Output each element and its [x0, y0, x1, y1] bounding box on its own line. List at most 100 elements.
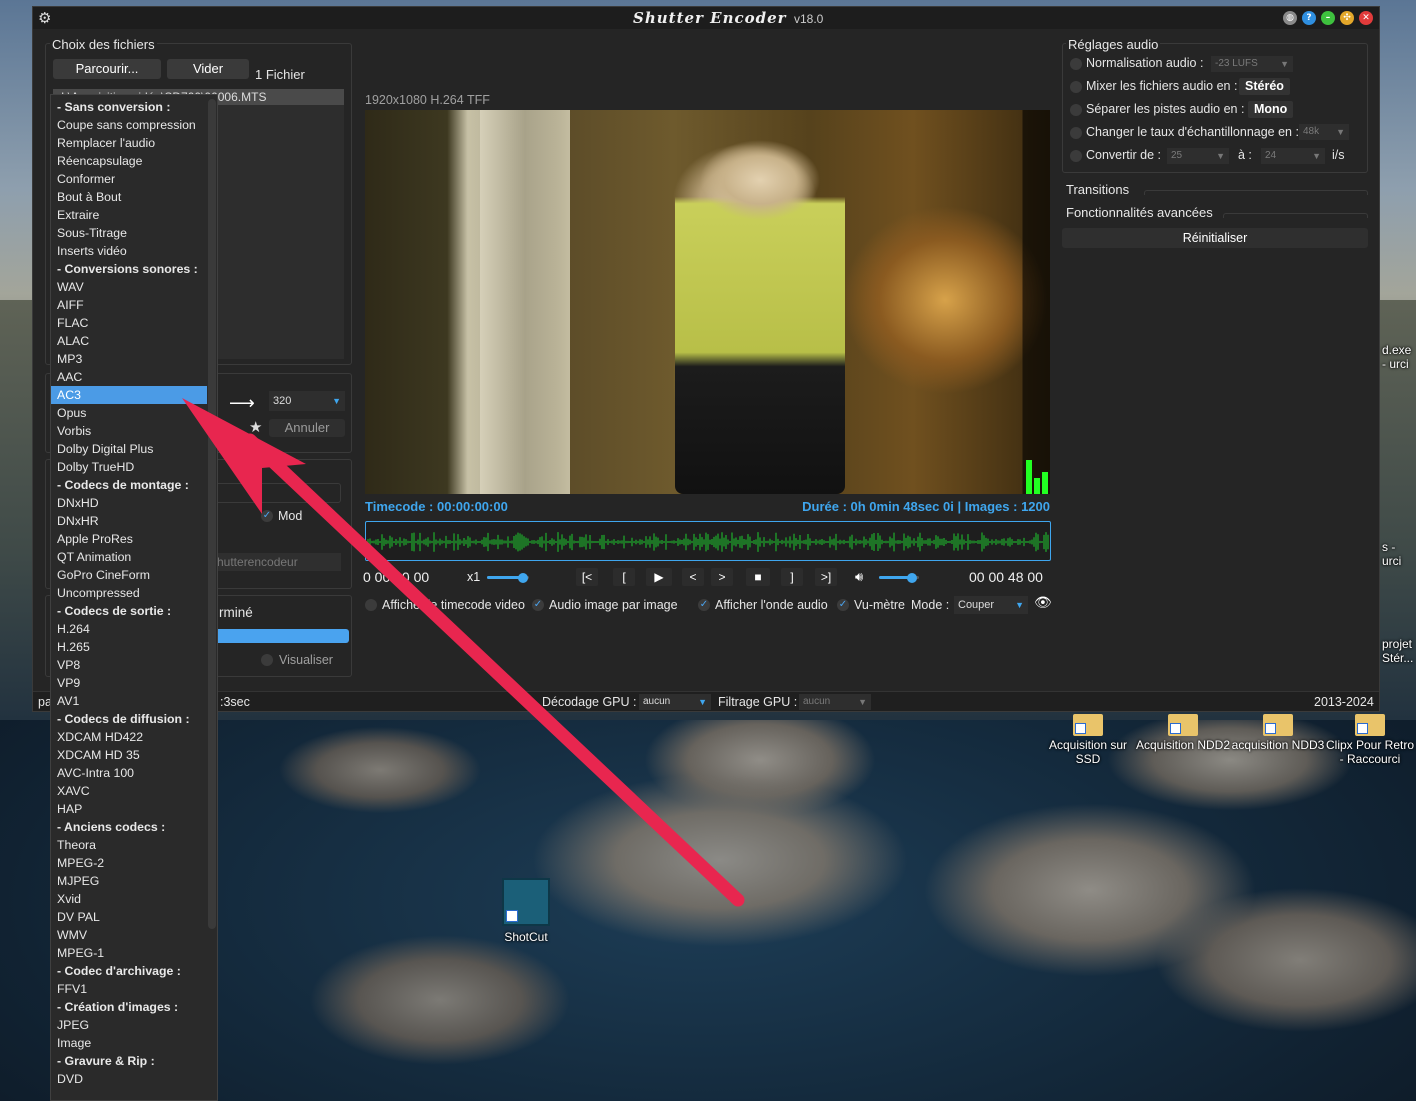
desktop-icon-edge-3[interactable]: projet Stér...	[1382, 637, 1416, 665]
desktop-icon-edge-2[interactable]: s - urci	[1382, 540, 1416, 568]
mix-checkbox[interactable]	[1070, 81, 1082, 93]
dropdown-option[interactable]: MJPEG	[51, 872, 207, 890]
modif-checkbox[interactable]: ✓	[261, 510, 273, 522]
end-timecode[interactable]: 00 00 48 00	[969, 569, 1043, 585]
mix-value[interactable]: Stéréo	[1239, 78, 1290, 95]
stop-button[interactable]: ■	[746, 568, 770, 586]
speed-slider-knob[interactable]	[518, 573, 528, 583]
show-waveform-checkbox[interactable]: ✓	[698, 599, 710, 611]
dropdown-option[interactable]: DNxHR	[51, 512, 207, 530]
dropdown-option[interactable]: AAC	[51, 368, 207, 386]
dropdown-option[interactable]: DVD	[51, 1070, 207, 1088]
vu-meter-checkbox[interactable]: ✓	[837, 599, 849, 611]
dropdown-option[interactable]: Xvid	[51, 890, 207, 908]
dropdown-option[interactable]: Sous-Titrage	[51, 224, 207, 242]
gpu-decode-select[interactable]: aucun ▼	[639, 694, 711, 710]
desktop-icon-edge-1[interactable]: d.exe - urci	[1382, 343, 1416, 371]
desktop-icon-acquisition-ssd[interactable]: Acquisition sur SSD	[1040, 714, 1136, 766]
split-checkbox[interactable]	[1070, 104, 1082, 116]
dropdown-option[interactable]: Conformer	[51, 170, 207, 188]
dropdown-option[interactable]: MPEG-2	[51, 854, 207, 872]
volume-slider-knob[interactable]	[907, 573, 917, 583]
dropdown-option[interactable]: WAV	[51, 278, 207, 296]
dropdown-option[interactable]: Coupe sans compression	[51, 116, 207, 134]
cancel-button[interactable]: Annuler	[269, 419, 345, 437]
close-icon[interactable]: ✕	[1359, 11, 1373, 25]
samplerate-checkbox[interactable]	[1070, 127, 1082, 139]
frame-audio-checkbox[interactable]: ✓	[532, 599, 544, 611]
dropdown-option[interactable]: AVC-Intra 100	[51, 764, 207, 782]
dropdown-option[interactable]: Theora	[51, 836, 207, 854]
eye-icon[interactable]: 👁︎	[1034, 595, 1052, 611]
output-path-field[interactable]	[213, 483, 341, 503]
dropdown-option[interactable]: AV1	[51, 692, 207, 710]
dropdown-option[interactable]: VP8	[51, 656, 207, 674]
dropdown-option[interactable]: H.265	[51, 638, 207, 656]
dropdown-option[interactable]: Image	[51, 1034, 207, 1052]
dropdown-option[interactable]: QT Animation	[51, 548, 207, 566]
gpu-filter-select[interactable]: aucun ▼	[799, 694, 871, 710]
dropdown-option[interactable]: Dolby TrueHD	[51, 458, 207, 476]
normalize-checkbox[interactable]	[1070, 58, 1082, 70]
dropdown-option[interactable]: H.264	[51, 620, 207, 638]
dropdown-option[interactable]: GoPro CineForm	[51, 566, 207, 584]
dropdown-option[interactable]: Réencapsulage	[51, 152, 207, 170]
maximize-icon[interactable]: ✣	[1340, 11, 1354, 25]
dropdown-option[interactable]: VP9	[51, 674, 207, 692]
dropdown-option[interactable]: JPEG	[51, 1016, 207, 1034]
star-icon[interactable]: ★	[249, 418, 262, 436]
dropdown-option[interactable]: XDCAM HD422	[51, 728, 207, 746]
dropdown-option[interactable]: Dolby Digital Plus	[51, 440, 207, 458]
video-preview[interactable]	[365, 110, 1050, 494]
transitions-title[interactable]: Transitions	[1066, 182, 1129, 197]
desktop-icon-acquisition-ndd3[interactable]: acquisition NDD3	[1230, 714, 1326, 752]
next-frame-button[interactable]: >	[711, 568, 733, 586]
normalize-select[interactable]: -23 LUFS ▼	[1211, 56, 1293, 72]
desktop-icon-clipx[interactable]: Clipx Pour Retro - Raccourci	[1324, 714, 1416, 766]
dropdown-option[interactable]: Apple ProRes	[51, 530, 207, 548]
prev-frame-button[interactable]: <	[682, 568, 704, 586]
clear-button[interactable]: Vider	[167, 59, 249, 79]
volume-icon[interactable]: 🔊︎	[855, 570, 863, 585]
dropdown-option[interactable]: Extraire	[51, 206, 207, 224]
mark-in-button[interactable]: [	[613, 568, 635, 586]
dropdown-option[interactable]: Inserts vidéo	[51, 242, 207, 260]
dropdown-option[interactable]: Uncompressed	[51, 584, 207, 602]
dropdown-option[interactable]: Vorbis	[51, 422, 207, 440]
dropdown-option[interactable]: DNxHD	[51, 494, 207, 512]
split-value[interactable]: Mono	[1248, 101, 1294, 118]
samplerate-select[interactable]: 48k ▼	[1299, 124, 1349, 140]
dropdown-option[interactable]: AC3	[51, 386, 207, 404]
reset-button[interactable]: Réinitialiser	[1062, 228, 1368, 248]
minimize-icon[interactable]: –	[1321, 11, 1335, 25]
dropdown-option[interactable]: MPEG-1	[51, 944, 207, 962]
dropdown-option[interactable]: DV PAL	[51, 908, 207, 926]
dropdown-option[interactable]: FLAC	[51, 314, 207, 332]
output-folder-field[interactable]: hutterencodeur	[213, 553, 341, 571]
go-start-button[interactable]: [<	[576, 568, 598, 586]
browse-button[interactable]: Parcourir...	[53, 59, 161, 79]
codec-dropdown-list[interactable]: - Sans conversion : Coupe sans compressio…	[50, 94, 218, 1101]
convert-checkbox[interactable]	[1070, 150, 1082, 162]
dropdown-option[interactable]: Opus	[51, 404, 207, 422]
dropdown-option[interactable]: Remplacer l'audio	[51, 134, 207, 152]
start-timecode[interactable]: 0 00 00 00	[363, 569, 429, 585]
view-radio[interactable]	[261, 654, 273, 666]
advanced-features-title[interactable]: Fonctionnalités avancées	[1066, 205, 1213, 220]
dropdown-option[interactable]: FFV1	[51, 980, 207, 998]
dropdown-option[interactable]: HAP	[51, 800, 207, 818]
dropdown-scrollbar[interactable]	[208, 99, 216, 929]
help-icon[interactable]: ?	[1302, 11, 1316, 25]
desktop-icon-shotcut[interactable]: ShotCut	[478, 878, 574, 944]
dropdown-option[interactable]: XDCAM HD 35	[51, 746, 207, 764]
dropdown-option[interactable]: ALAC	[51, 332, 207, 350]
dropdown-option[interactable]: WMV	[51, 926, 207, 944]
dropdown-option[interactable]: Bout à Bout	[51, 188, 207, 206]
dropdown-option[interactable]: AIFF	[51, 296, 207, 314]
dropdown-option[interactable]: MP3	[51, 350, 207, 368]
mode-select[interactable]: Couper ▼	[954, 596, 1028, 614]
audio-waveform[interactable]	[365, 521, 1051, 561]
settings-gear-icon[interactable]: ⚙	[38, 9, 51, 27]
convert-from-select[interactable]: 25 ▼	[1167, 148, 1229, 164]
convert-to-select[interactable]: 24 ▼	[1261, 148, 1325, 164]
